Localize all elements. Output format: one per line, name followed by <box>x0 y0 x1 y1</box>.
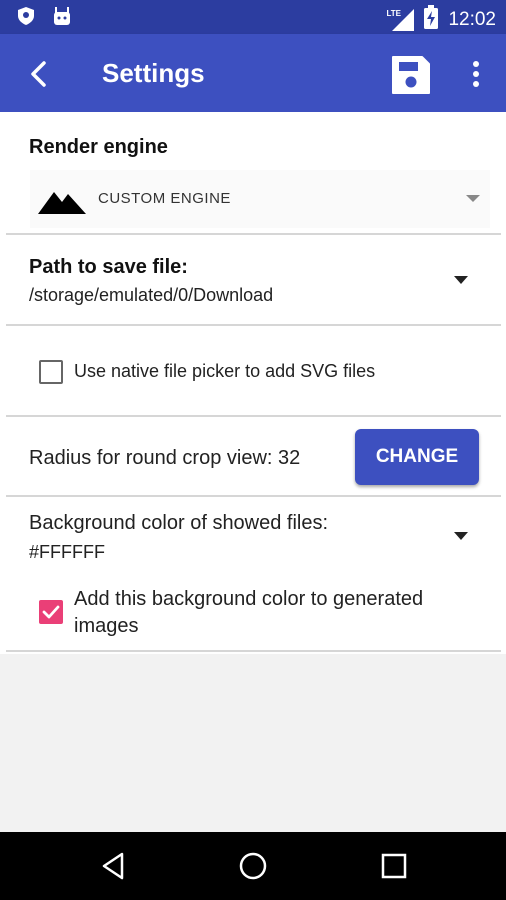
nav-home-icon[interactable] <box>237 850 269 882</box>
settings-content: Render engine CUSTOM ENGINE Path to save… <box>0 112 506 654</box>
save-path-label: Path to save file: <box>29 256 188 278</box>
shield-icon <box>18 7 34 30</box>
nav-back-icon[interactable] <box>98 850 130 882</box>
signal-icon: LTE <box>386 8 415 31</box>
status-bar: LTE 12:02 <box>0 0 506 34</box>
chevron-left-icon <box>31 61 46 87</box>
navigation-bar <box>0 832 506 900</box>
apply-background-label-line1: Add this background color to generated <box>74 588 424 610</box>
app-bar: Settings <box>0 34 506 112</box>
dropdown-arrow-icon <box>454 276 468 284</box>
native-picker-checkbox[interactable] <box>39 360 63 384</box>
render-engine-label: Render engine <box>29 136 168 158</box>
back-button[interactable] <box>20 54 60 94</box>
more-vert-icon <box>473 61 479 87</box>
render-engine-value: CUSTOM ENGINE <box>98 190 231 207</box>
change-radius-button[interactable]: CHANGE <box>355 429 479 485</box>
divider <box>6 495 501 497</box>
clock: 12:02 <box>448 8 496 30</box>
background-color-label: Background color of showed files: <box>29 512 329 534</box>
android-icon <box>52 7 72 30</box>
battery-icon <box>424 5 439 34</box>
more-options-button[interactable] <box>462 56 490 96</box>
save-icon <box>392 56 430 94</box>
checkmark-icon <box>42 605 60 619</box>
apply-background-label-line2: images <box>74 615 139 637</box>
save-path-value: /storage/emulated/0/Download <box>29 285 274 305</box>
background-color-value: #FFFFFF <box>29 542 105 562</box>
save-button[interactable] <box>390 54 432 96</box>
divider <box>6 233 501 235</box>
page-title: Settings <box>102 58 205 88</box>
radius-label: Radius for round crop view: 32 <box>29 447 301 469</box>
mountains-icon <box>38 186 86 219</box>
apply-background-checkbox[interactable] <box>39 600 63 624</box>
dropdown-arrow-icon <box>454 532 468 540</box>
nav-recents-icon[interactable] <box>378 850 410 882</box>
divider <box>6 650 501 652</box>
divider <box>6 324 501 326</box>
dropdown-arrow-icon <box>466 195 480 202</box>
render-engine-dropdown[interactable]: CUSTOM ENGINE <box>30 170 490 228</box>
divider <box>6 415 501 417</box>
native-picker-label: Use native file picker to add SVG files <box>74 361 376 381</box>
